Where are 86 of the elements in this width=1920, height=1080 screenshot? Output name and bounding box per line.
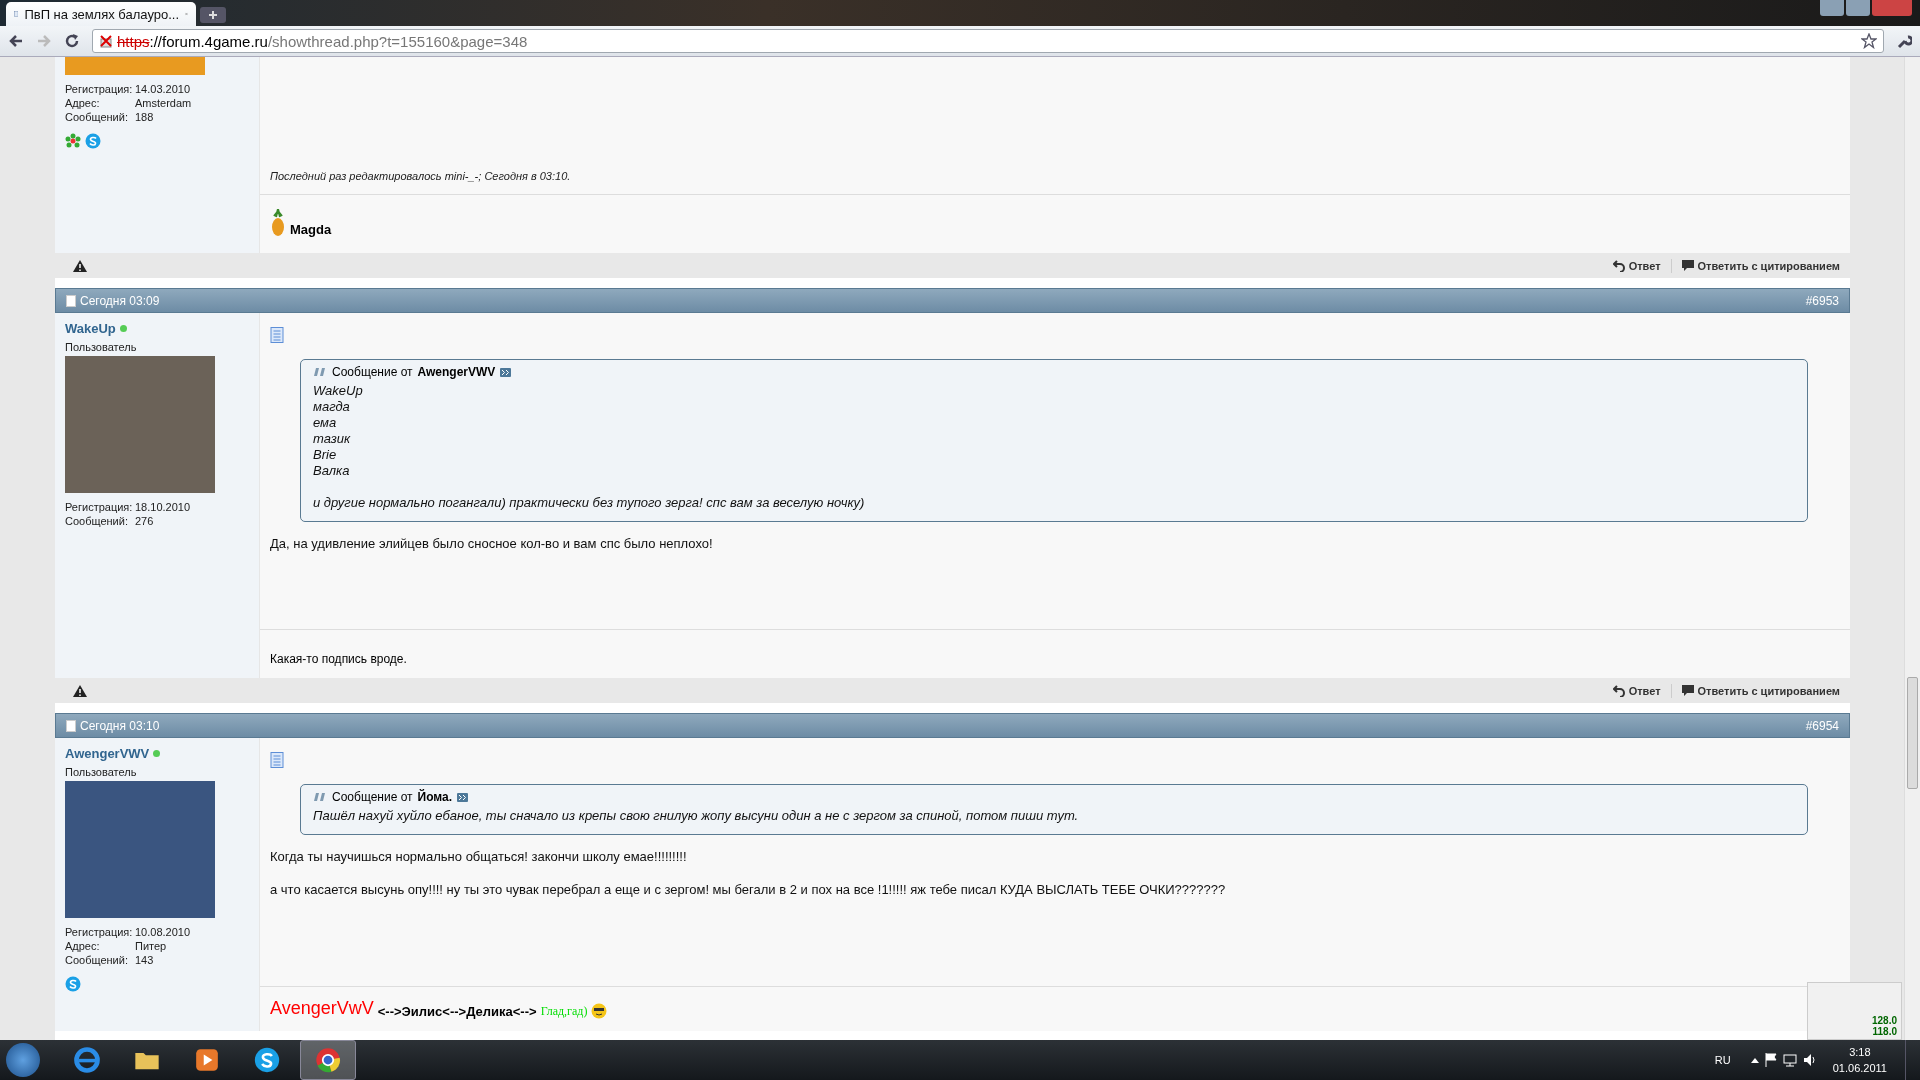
pineapple-icon [270,209,286,237]
quote-author: Йома. [417,790,453,804]
document-icon [66,719,76,732]
quote-marks-icon [313,367,327,377]
edit-note: Последний раз редактировалось mini-_-; Сегодня в 03:10. [270,170,571,182]
reload-icon[interactable] [64,33,80,49]
speech-bubble-icon [1681,259,1694,272]
quote-attribution: Сообщение от [332,365,413,379]
quote-attribution: Сообщение от [332,790,413,804]
quote-text: и другие нормально погангали) практически без тупого зерга! спс вам за веселую ночку) [313,495,866,511]
field-label: Сообщений: [65,515,129,527]
quote-text: WakeUp [313,383,364,399]
flower-icon[interactable] [65,133,81,149]
document-icon [66,294,76,307]
field-value: 143 [135,954,154,966]
clock[interactable]: 3:18 01.06.2011 [1832,1044,1887,1076]
speech-bubble-icon [1681,684,1694,697]
clock-date: 01.06.2011 [1832,1061,1887,1076]
star-icon[interactable] [1861,33,1877,49]
plus-icon [208,10,218,20]
document-icon [270,752,284,768]
field-value: 14.03.2010 [135,83,191,95]
post-text: Да, на удивление элийцев было сносное кол-во и вам спс было неплохо! [270,536,713,551]
username-link[interactable]: AwengerVWV [65,746,150,761]
field-label: Сообщений: [65,954,129,966]
signature-text: Глад,гад) [540,1004,588,1019]
start-button[interactable] [6,1043,40,1077]
quote-reply-button[interactable]: Ответить с цитированием [1681,259,1840,272]
post-date: Сегодня 03:10 [80,718,160,733]
user-rank: Пользователь [65,341,137,353]
tab-title: ПвП на землях балауро... [24,6,180,22]
reply-button[interactable]: Ответ [1612,259,1661,272]
window-controls[interactable] [1820,0,1912,16]
field-label: Регистрация: [65,501,134,513]
gadget-reading: 118.0 [1872,1026,1897,1037]
signature-text: AvengerVwV [270,998,374,1019]
quote-marks-icon [313,792,327,802]
reply-arrow-icon [1612,684,1625,697]
chrome-icon[interactable] [300,1040,356,1080]
quote-author: AwengerVWV [417,365,496,379]
field-label: Регистрация: [65,83,134,95]
network-icon[interactable] [1782,1053,1797,1067]
field-value: 188 [135,111,154,123]
scrollbar[interactable] [1904,57,1920,1040]
user-rank: Пользователь [65,766,137,778]
new-tab-button[interactable] [200,7,226,23]
view-post-icon[interactable] [457,792,469,802]
document-icon [270,327,284,343]
clock-time: 3:18 [1849,1045,1871,1060]
smiley-icon [591,1003,608,1019]
field-label: Сообщений: [65,111,129,123]
field-value: Amsterdam [135,97,192,109]
field-value: 18.10.2010 [135,501,191,513]
post-text: а что касается высунь опу!!!! ну ты это чувак перебрал а еще и с зергом! мы бегали в 2 и пох на все !1!!!!! яж тебе писал КУДА ВЫСЛАТЬ ТЕБЕ ОЧКИ??????? [270,882,1226,897]
gadget-reading: 128.0 [1871,1015,1897,1026]
post-date: Сегодня 03:09 [80,293,160,308]
quote-reply-button[interactable]: Ответить с цитированием [1681,684,1840,697]
tray-arrow-icon[interactable] [1750,1057,1759,1063]
field-value: 10.08.2010 [135,926,191,938]
field-label: Адрес: [65,940,101,952]
flag-icon[interactable] [1764,1053,1777,1067]
signature-text: <-->Эилис<-->Делика<--> [377,1004,537,1019]
quote-text: Пашёл нахуй хуйло ебаное, ты сначало из крепы свою гнилую жопу высуни один а не с зергом за спиной, потом пиши тут. [313,808,1080,824]
quote-text: Валка [313,463,351,479]
language-indicator[interactable]: RU [1714,1054,1731,1066]
field-value: 276 [135,515,154,527]
reply-button[interactable]: Ответ [1612,684,1661,697]
field-label: Регистрация: [65,926,134,938]
quote-text: магда [313,399,351,415]
browser-tab[interactable]: ПвП на землях балауро... [6,2,196,26]
post-text: Когда ты научишься нормально общаться! закончи школу емае!!!!!!!!! [270,849,687,864]
field-label: Адрес: [65,97,101,109]
warning-icon[interactable] [73,259,87,272]
address-field[interactable]: https://forum.4game.ru/showthread.php?t=155160&page=348 [92,29,1884,53]
quote-text: ема [313,415,338,431]
speaker-icon[interactable] [1802,1053,1817,1067]
warning-icon[interactable] [73,684,87,697]
quote-text: Brie [313,447,338,463]
username-link[interactable]: WakeUp [65,321,116,336]
signature-text: Magda [290,222,332,237]
quote-text: тазик [313,431,352,447]
view-post-icon[interactable] [500,367,512,377]
signature-text: Какая-то подпись вроде. [270,652,407,666]
back-icon[interactable] [8,33,24,49]
field-value: Питер [135,940,167,952]
reply-arrow-icon [1612,259,1625,272]
